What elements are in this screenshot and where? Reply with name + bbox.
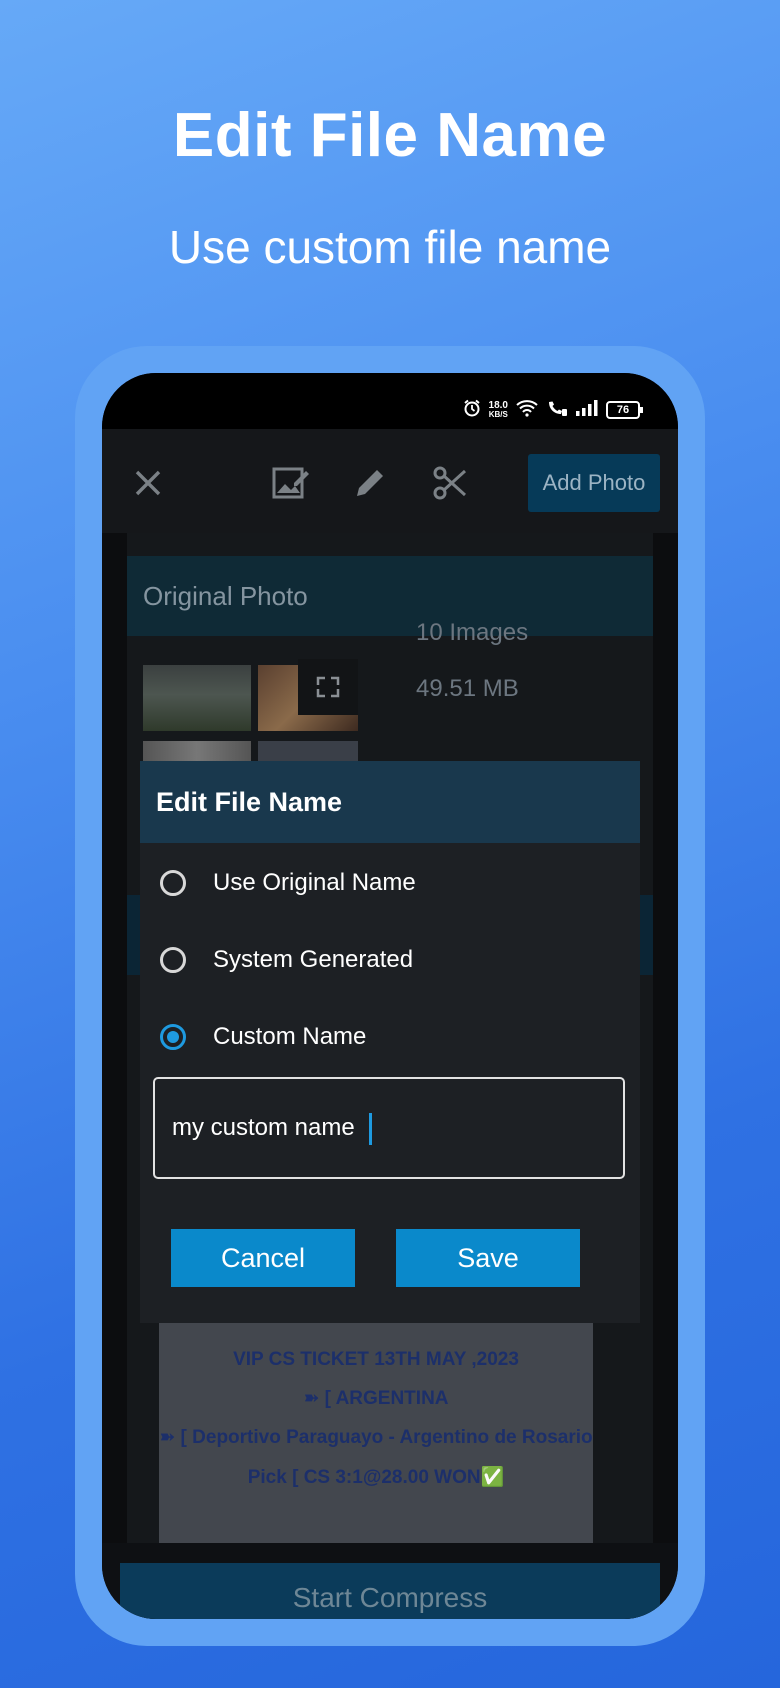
option-label: System Generated bbox=[213, 946, 414, 973]
phone-screen: 18.0 KB/S 76 Add Photo Original Photo 10… bbox=[102, 373, 678, 1619]
signal-icon bbox=[576, 399, 598, 421]
status-icons: 18.0 KB/S 76 bbox=[463, 399, 643, 422]
save-button[interactable]: Save bbox=[396, 1229, 580, 1287]
option-label: Custom Name bbox=[213, 1023, 367, 1050]
fullscreen-icon bbox=[316, 676, 340, 698]
fullscreen-button[interactable] bbox=[298, 659, 358, 715]
total-size: 49.51 MB bbox=[416, 675, 519, 702]
ticket-image-preview: VIP CS TICKET 13TH MAY ,2023 ➽ [ ARGENTI… bbox=[159, 1323, 593, 1543]
custom-name-field[interactable] bbox=[153, 1077, 625, 1179]
radio-button-unchecked[interactable] bbox=[160, 947, 186, 973]
start-compress-button[interactable]: Start Compress bbox=[120, 1563, 660, 1619]
option-label: Use Original Name bbox=[213, 869, 416, 896]
original-photo-header: Original Photo bbox=[127, 556, 653, 636]
ticket-line: Pick [ CS 3:1@28.00 WON✅ bbox=[247, 1467, 505, 1488]
option-custom-name[interactable]: Custom Name bbox=[160, 1012, 366, 1062]
radio-button-unchecked[interactable] bbox=[160, 870, 186, 896]
cancel-button[interactable]: Cancel bbox=[171, 1229, 355, 1287]
edit-file-name-dialog: Edit File Name Use Original Name System … bbox=[140, 761, 640, 1323]
network-speed: 18.0 KB/S bbox=[488, 400, 508, 420]
ticket-line: ➽ [ ARGENTINA bbox=[303, 1388, 449, 1409]
photo-thumbnail[interactable] bbox=[143, 665, 251, 731]
edit-image-icon[interactable] bbox=[272, 465, 309, 501]
network-speed-unit: KB/S bbox=[488, 410, 508, 419]
alarm-icon bbox=[463, 399, 481, 422]
add-photo-button[interactable]: Add Photo bbox=[528, 454, 660, 512]
app-toolbar: Add Photo bbox=[102, 429, 678, 533]
wifi-calling-icon bbox=[546, 399, 568, 422]
battery-icon: 76 bbox=[606, 401, 643, 419]
option-system-generated[interactable]: System Generated bbox=[160, 935, 413, 985]
scissors-icon[interactable] bbox=[432, 465, 468, 501]
radio-button-checked[interactable] bbox=[160, 1024, 186, 1050]
dialog-title: Edit File Name bbox=[140, 761, 640, 843]
text-cursor bbox=[369, 1113, 372, 1145]
pencil-icon[interactable] bbox=[352, 465, 388, 501]
promo-headline: Edit File Name bbox=[172, 101, 608, 170]
ticket-line: VIP CS TICKET 13TH MAY ,2023 bbox=[233, 1349, 519, 1370]
ticket-line: ➽ [ Deportivo Paraguayo - Argentino de R… bbox=[159, 1427, 593, 1448]
promo-subheadline: Use custom file name bbox=[168, 221, 612, 273]
wifi-icon bbox=[516, 399, 538, 422]
image-count: 10 Images bbox=[416, 619, 529, 646]
network-speed-value: 18.0 bbox=[488, 400, 508, 411]
option-use-original-name[interactable]: Use Original Name bbox=[160, 858, 416, 908]
custom-name-input[interactable] bbox=[155, 1079, 623, 1177]
status-bar: 18.0 KB/S 76 bbox=[102, 373, 678, 429]
close-icon[interactable] bbox=[130, 465, 166, 501]
